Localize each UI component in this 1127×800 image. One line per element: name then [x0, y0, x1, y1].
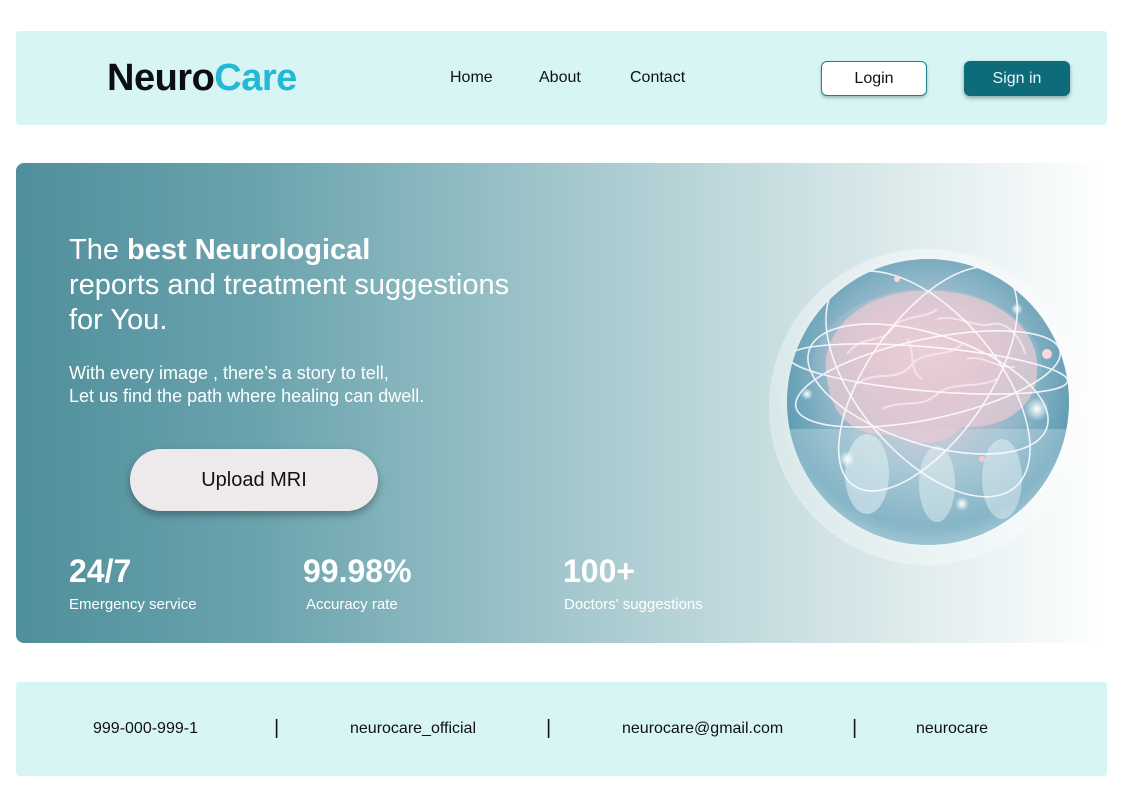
stat-label: Doctors' suggestions — [564, 596, 703, 613]
footer-email[interactable]: neurocare@gmail.com — [622, 719, 783, 739]
hero-headline: The best Neurological reports and treatm… — [69, 233, 589, 338]
headline-line3: for You. — [69, 304, 168, 336]
tagline-line1: With every image , there’s a story to te… — [69, 363, 389, 383]
stat-value: 24/7 — [69, 553, 132, 589]
footer-separator: | — [274, 717, 280, 739]
headline-bold: best Neurological — [127, 234, 371, 266]
stat-emergency: 24/7 Emergency service — [69, 553, 197, 615]
nav-contact-link[interactable]: Contact — [630, 68, 685, 88]
upload-mri-button[interactable]: Upload MRI — [130, 449, 378, 511]
contact-footer: 999-000-999-1 | neurocare_official | neu… — [16, 682, 1107, 776]
nav-about-link[interactable]: About — [539, 68, 581, 88]
stat-label: Emergency service — [69, 596, 197, 613]
headline-prefix: The — [69, 234, 128, 266]
main-nav: Home About Contact — [16, 31, 1107, 125]
brain-image — [787, 259, 1069, 545]
top-navbar: NeuroCare Home About Contact Login Sign … — [16, 31, 1107, 125]
footer-instagram[interactable]: neurocare_official — [350, 719, 476, 739]
footer-separator: | — [852, 717, 858, 739]
footer-phone[interactable]: 999-000-999-1 — [93, 719, 198, 739]
hero-tagline: With every image , there’s a story to te… — [69, 362, 589, 408]
stat-value: 100+ — [563, 553, 636, 589]
brain-icon — [787, 266, 1069, 545]
login-button[interactable]: Login — [821, 61, 927, 96]
stat-doctors: 100+ Doctors' suggestions — [563, 553, 703, 615]
hero-section: The best Neurological reports and treatm… — [16, 163, 1107, 643]
nav-home-link[interactable]: Home — [450, 68, 493, 88]
stat-accuracy: 99.98% Accuracy rate — [303, 553, 412, 615]
footer-separator: | — [546, 717, 552, 739]
headline-line2: reports and treatment suggestions — [69, 269, 510, 301]
tagline-line2: Let us find the path where healing can d… — [69, 386, 425, 406]
stat-label: Accuracy rate — [306, 596, 398, 613]
footer-handle[interactable]: neurocare — [916, 719, 988, 739]
sign-in-button[interactable]: Sign in — [964, 61, 1070, 96]
stat-value: 99.98% — [303, 553, 412, 589]
